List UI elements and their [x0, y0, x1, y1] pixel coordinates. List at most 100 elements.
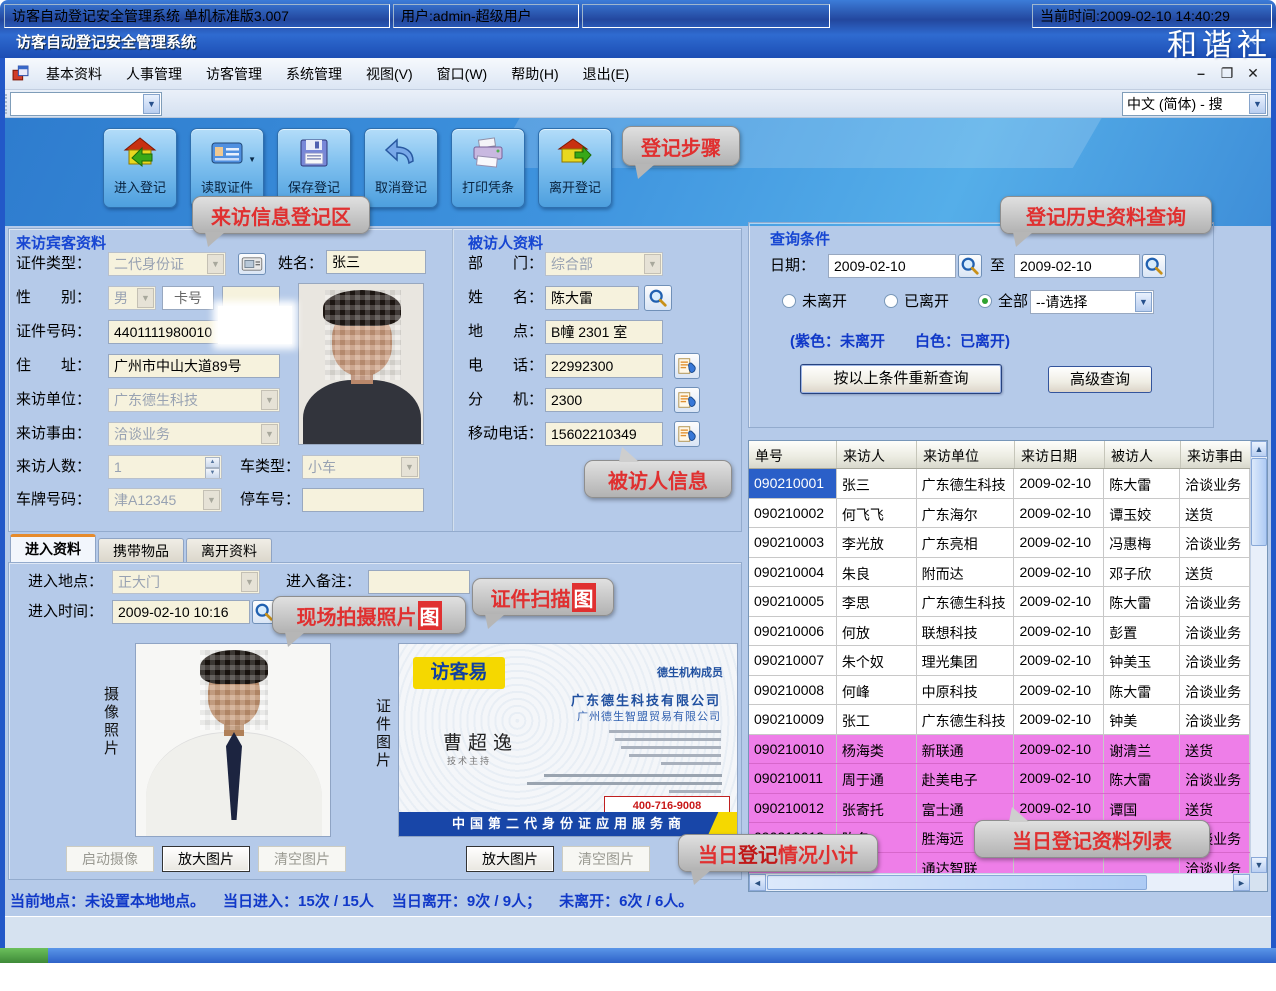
menu-item-1[interactable]: 基本资料 [34, 59, 114, 90]
menu-item-7[interactable]: 帮助(H) [499, 59, 570, 90]
menu-item-4[interactable]: 系统管理 [274, 59, 354, 90]
table-row[interactable]: 090210005李思广东德生科技2009-02-10陈大雷洽谈业务 [749, 587, 1250, 617]
entry-time-input[interactable]: 2009-02-10 10:16 [112, 600, 250, 624]
quick-combo[interactable]: ▼ [10, 92, 162, 116]
visitor-name-input[interactable]: 张三 [326, 250, 426, 274]
radio-已离开[interactable]: 已离开 [884, 293, 949, 311]
table-row[interactable]: 090210006何放联想科技2009-02-10彭置洽谈业务 [749, 617, 1250, 647]
scroll-up-icon[interactable]: ▲ [1251, 441, 1267, 457]
date-from-picker-button[interactable] [958, 254, 982, 278]
toolbar-button-1[interactable]: 进入登记 [103, 128, 177, 208]
chevron-down-icon[interactable]: ▼ [143, 94, 160, 114]
table-row[interactable]: 090210010杨海类新联通2009-02-10谢清兰送货 [749, 735, 1250, 765]
card-buttons: 放大图片清空图片 [466, 846, 650, 872]
mdi-minimize-button[interactable]: – [1190, 62, 1212, 84]
toolbar-grip [5, 94, 8, 114]
scroll-right-icon[interactable]: ► [1233, 874, 1250, 891]
tab-进入资料[interactable]: 进入资料 [10, 534, 96, 562]
table-row[interactable]: 090210002何飞飞广东海尔2009-02-10谭玉姣送货 [749, 499, 1250, 529]
status-filter-value: --请选择 [1036, 294, 1087, 310]
visited-row-field[interactable]: 综合部▼ [545, 252, 663, 276]
清空图片-button[interactable]: 清空图片 [258, 846, 346, 872]
visitor-name-label: 姓名： [278, 252, 323, 276]
card-reader-button[interactable] [238, 253, 266, 275]
table-row[interactable]: 090210001张三广东德生科技2009-02-10陈大雷洽谈业务 [749, 469, 1250, 499]
radio-circle-icon[interactable] [782, 294, 796, 308]
visited-row-label: 分 机： [468, 388, 543, 412]
date-to-picker-button[interactable] [1142, 254, 1166, 278]
visited-row-field[interactable]: 2300 [545, 388, 663, 412]
chevron-down-icon[interactable]: ▼ [1135, 292, 1152, 312]
table-row[interactable]: 090210007朱个奴理光集团2009-02-10钟美玉洽谈业务 [749, 646, 1250, 676]
table-row[interactable]: 090210004朱良附而达2009-02-10邓子欣送货 [749, 558, 1250, 588]
date-from-input[interactable]: 2009-02-10 [828, 254, 956, 278]
phone-note-button[interactable] [674, 387, 700, 413]
company-combo[interactable]: 广东德生科技 ▼ [108, 388, 280, 412]
card-no-button[interactable]: 卡号 [162, 286, 214, 310]
address-input[interactable]: 广州市中山大道89号 [108, 354, 280, 378]
parking-input[interactable] [302, 488, 424, 512]
chevron-down-icon[interactable]: ▼ [1249, 94, 1266, 114]
启动摄像-button[interactable]: 启动摄像 [66, 846, 154, 872]
scrollbar-thumb[interactable] [1251, 458, 1267, 546]
gender-combo[interactable]: 男 ▼ [108, 286, 156, 310]
radio-未离开[interactable]: 未离开 [782, 293, 847, 311]
放大图片-button[interactable]: 放大图片 [466, 846, 554, 872]
tab-离开资料[interactable]: 离开资料 [186, 538, 272, 564]
language-combo[interactable]: 中文 (简体) - 搜 ▼ [1122, 92, 1268, 116]
visited-row-field[interactable]: 22992300 [545, 354, 663, 378]
toolbar-button-5[interactable]: 打印凭条 [451, 128, 525, 208]
table-column-header[interactable]: 被访人 [1105, 441, 1181, 468]
清空图片-button[interactable]: 清空图片 [562, 846, 650, 872]
status-filter-combo[interactable]: --请选择 ▼ [1030, 290, 1154, 314]
table-column-header[interactable]: 来访人 [837, 441, 917, 468]
reason-combo[interactable]: 洽谈业务 ▼ [108, 422, 280, 446]
parking-label: 停车号： [240, 488, 300, 512]
mdi-close-button[interactable]: ✕ [1242, 62, 1264, 84]
requery-button[interactable]: 按以上条件重新查询 [800, 364, 1002, 394]
entry-location-combo[interactable]: 正大门 ▼ [112, 570, 260, 594]
advanced-query-button[interactable]: 高级查询 [1048, 366, 1152, 393]
table-column-header[interactable]: 来访日期 [1015, 441, 1105, 468]
search-button[interactable] [644, 285, 672, 311]
chevron-down-icon[interactable]: ▼ [248, 155, 256, 164]
visited-row-field[interactable]: 15602210349 [545, 422, 663, 446]
phone-note-button[interactable] [674, 421, 700, 447]
mdi-restore-button[interactable]: ❐ [1216, 62, 1238, 84]
table-row[interactable]: 090210012张寄托富士通2009-02-10谭国送货 [749, 794, 1250, 824]
table-column-header[interactable]: 来访事由 [1181, 441, 1251, 468]
count-stepper[interactable]: 1 ▲▼ [108, 455, 222, 479]
cert-type-combo[interactable]: 二代身份证 ▼ [108, 252, 226, 276]
entry-remark-input[interactable] [368, 570, 470, 594]
table-row[interactable]: 090210008何峰中原科技2009-02-10陈大雷洽谈业务 [749, 676, 1250, 706]
table-row[interactable]: 090210003李光放广东亮相2009-02-10冯惠梅洽谈业务 [749, 528, 1250, 558]
radio-circle-icon[interactable] [978, 294, 992, 308]
toolbar-button-6[interactable]: 离开登记 [538, 128, 612, 208]
menu-item-3[interactable]: 访客管理 [194, 59, 274, 90]
table-row[interactable]: 090210009张工广东德生科技2009-02-10钟美洽谈业务 [749, 705, 1250, 735]
scroll-down-icon[interactable]: ▼ [1251, 857, 1267, 873]
menu-item-5[interactable]: 视图(V) [354, 59, 425, 90]
table-column-header[interactable]: 单号 [749, 441, 837, 468]
plate-combo[interactable]: 津A12345 ▼ [108, 488, 222, 512]
radio-全部[interactable]: 全部 [978, 293, 1028, 311]
horizontal-scrollbar[interactable]: ◄ ► [749, 873, 1250, 891]
stepper-arrows-icon[interactable]: ▲▼ [205, 457, 220, 477]
table-column-header[interactable]: 来访单位 [917, 441, 1015, 468]
menu-item-2[interactable]: 人事管理 [114, 59, 194, 90]
scrollbar-thumb[interactable] [767, 875, 1147, 890]
visited-row-field[interactable]: B幢 2301 室 [545, 320, 663, 344]
vertical-scrollbar[interactable]: ▲ ▼ [1250, 441, 1267, 873]
放大图片-button[interactable]: 放大图片 [162, 846, 250, 872]
radio-circle-icon[interactable] [884, 294, 898, 308]
visited-row-field[interactable]: 陈大雷 [545, 286, 639, 310]
car-type-combo[interactable]: 小车 ▼ [302, 455, 420, 479]
date-to-input[interactable]: 2009-02-10 [1014, 254, 1140, 278]
table-row[interactable]: 090210011周于通赴美电子2009-02-10陈大雷洽谈业务 [749, 764, 1250, 794]
tab-携带物品[interactable]: 携带物品 [98, 538, 184, 564]
toolbar-button-4[interactable]: 取消登记 [364, 128, 438, 208]
scroll-left-icon[interactable]: ◄ [749, 874, 766, 891]
phone-note-button[interactable] [674, 353, 700, 379]
menu-item-8[interactable]: 退出(E) [571, 59, 642, 90]
menu-item-6[interactable]: 窗口(W) [425, 59, 500, 90]
